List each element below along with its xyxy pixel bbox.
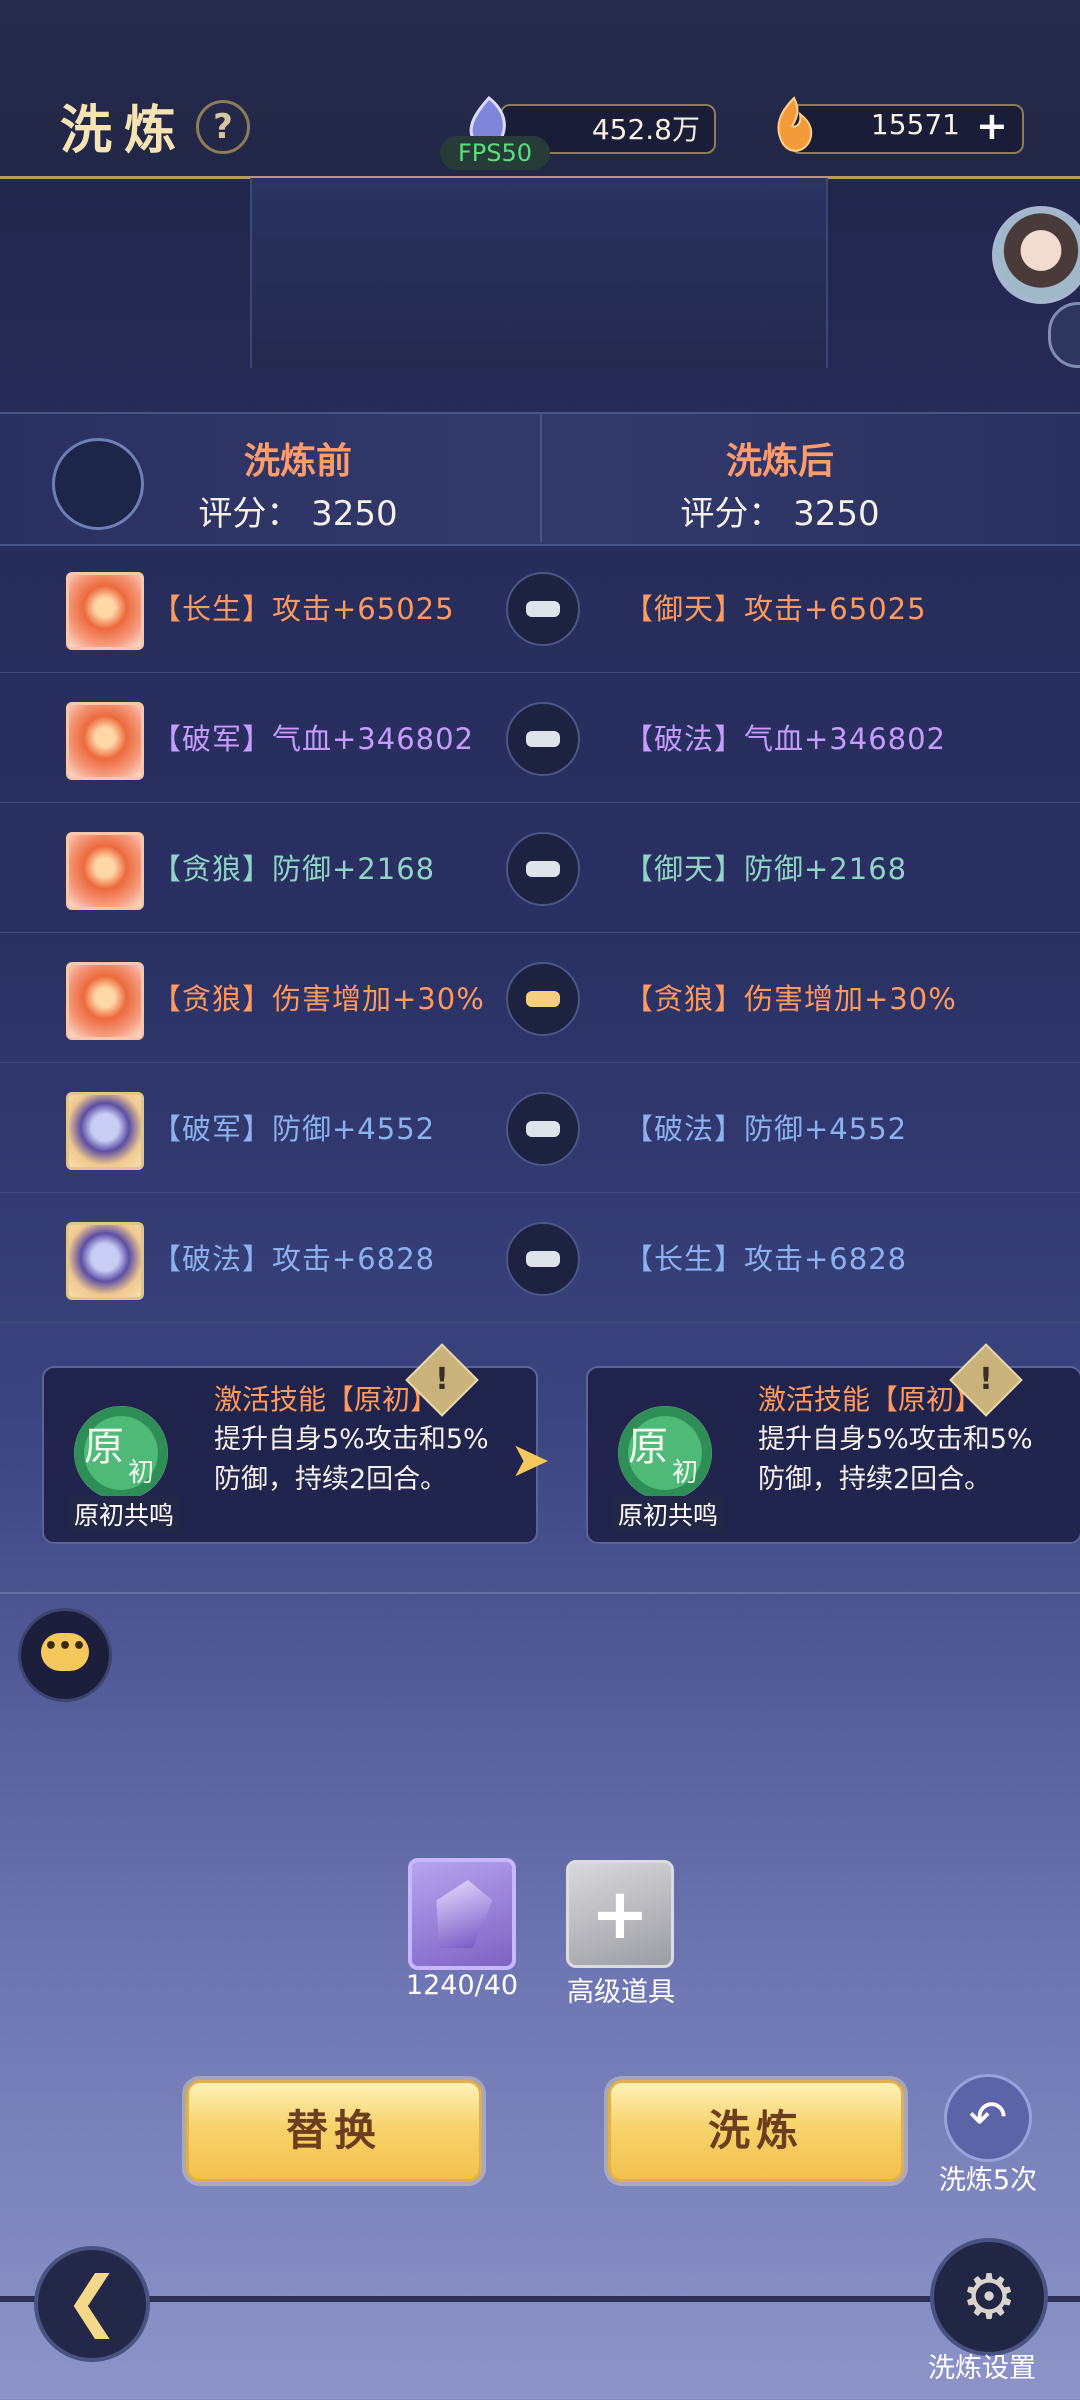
refine-settings-button[interactable]: ⚙ — [930, 2238, 1048, 2356]
lock-toggle[interactable] — [506, 572, 580, 646]
warning-glyph: ! — [435, 1362, 449, 1397]
refine-five-times-label: 洗炼5次 — [938, 2165, 1038, 2196]
lock-toggle[interactable] — [506, 1092, 580, 1166]
attr-after: 【御天】防御+2168 — [624, 852, 908, 886]
attribute-row: 【破法】攻击+6828 【长生】攻击+6828 — [0, 1192, 1080, 1323]
skill-description: 提升自身5%攻击和5%防御，持续2回合。 — [214, 1424, 489, 1495]
attr-before: 【长生】攻击+65025 — [152, 592, 455, 626]
attr-after: 【御天】攻击+65025 — [624, 592, 927, 626]
refine-swirl-icon — [52, 438, 144, 530]
health-rune-icon — [66, 702, 144, 780]
attr-before: 【破法】攻击+6828 — [152, 1242, 436, 1276]
emblem-sub-char: 初 — [672, 1458, 699, 1488]
after-title: 洗炼后 — [725, 441, 834, 482]
gear-icon: ⚙ — [961, 2260, 1017, 2333]
ring-rune-icon — [66, 1092, 144, 1170]
add-currency-button[interactable]: + — [976, 107, 1008, 145]
attribute-row: 【破军】防御+4552 【破法】防御+4552 — [0, 1062, 1080, 1193]
emblem-sub-char: 初 — [128, 1458, 155, 1488]
skill-emblem-icon: 原 初 — [618, 1406, 712, 1500]
chat-button[interactable]: ••• — [18, 1608, 112, 1702]
attribute-row: 【贪狼】伤害增加+30% 【贪狼】伤害增加+30% — [0, 932, 1080, 1063]
footer-bar — [0, 2296, 1080, 2302]
spirit-currency-value: 452.8万 — [591, 113, 700, 146]
warning-glyph: ! — [979, 1362, 993, 1397]
lock-toggle[interactable] — [506, 702, 580, 776]
plus-icon: + — [590, 1873, 650, 1955]
attribute-row: 【长生】攻击+65025 【御天】攻击+65025 — [0, 542, 1080, 673]
crystal-icon — [428, 1880, 496, 1948]
after-score: 评分： 3250 — [680, 494, 880, 534]
attr-after: 【长生】攻击+6828 — [624, 1242, 908, 1276]
help-icon[interactable]: ? — [196, 100, 250, 154]
fps-badge: FPS50 — [440, 136, 550, 170]
character-avatar[interactable] — [992, 206, 1080, 304]
attr-after: 【破法】气血+346802 — [624, 722, 947, 756]
equipment-display — [250, 178, 828, 368]
refine-five-times-button[interactable]: ↶ — [944, 2074, 1032, 2162]
refine-settings-label: 洗炼设置 — [928, 2353, 1036, 2384]
skill-title: 激活技能【原初】 — [214, 1383, 439, 1416]
attr-before: 【贪狼】伤害增加+30% — [152, 982, 485, 1016]
flame-icon — [777, 96, 813, 152]
attribute-row: 【破军】气血+346802 【破法】气血+346802 — [0, 672, 1080, 803]
refine-crystal-slot[interactable] — [408, 1858, 516, 1970]
skill-tag: 原初共鸣 — [612, 1496, 725, 1532]
lock-toggle-active[interactable] — [506, 962, 580, 1036]
lock-icon — [526, 1121, 560, 1137]
attr-before: 【破军】气血+346802 — [152, 722, 475, 756]
emblem-main-char: 原 — [628, 1424, 668, 1470]
skill-tag: 原初共鸣 — [68, 1496, 181, 1532]
attr-before: 【贪狼】防御+2168 — [152, 852, 436, 886]
advanced-item-slot[interactable]: + — [566, 1860, 674, 1968]
skill-card-after[interactable]: 原 初 原初共鸣 激活技能【原初】 提升自身5%攻击和5%防御，持续2回合。 ! — [586, 1343, 1080, 1544]
defense-rune-icon — [66, 832, 144, 910]
attr-after: 【破法】防御+4552 — [624, 1112, 908, 1146]
skill-description: 提升自身5%攻击和5%防御，持续2回合。 — [758, 1424, 1033, 1495]
refine-button[interactable]: 洗炼 — [608, 2080, 904, 2182]
emblem-main-char: 原 — [84, 1424, 124, 1470]
damage-rune-icon — [66, 962, 144, 1040]
side-avatar-tab[interactable] — [1048, 302, 1080, 368]
skill-title: 激活技能【原初】 — [758, 1383, 983, 1416]
back-arrow-icon[interactable]: ❮ — [34, 2246, 150, 2362]
lock-icon — [526, 731, 560, 747]
lock-toggle[interactable] — [506, 832, 580, 906]
replace-button[interactable]: 替换 — [186, 2080, 482, 2182]
crystal-count: 1240/40 — [405, 1970, 519, 2001]
attr-before: 【破军】防御+4552 — [152, 1112, 436, 1146]
lock-toggle[interactable] — [506, 1222, 580, 1296]
lock-icon — [526, 601, 560, 617]
page-title: 洗炼 — [60, 100, 189, 161]
flame-currency-value: 15571 — [870, 108, 960, 141]
attribute-row: 【贪狼】防御+2168 【御天】防御+2168 — [0, 802, 1080, 933]
lock-icon — [526, 1251, 560, 1267]
before-score: 评分： 3250 — [198, 494, 398, 534]
compare-divider — [540, 414, 542, 542]
orb-rune-icon — [66, 1222, 144, 1300]
lock-icon — [526, 861, 560, 877]
lock-icon — [526, 991, 560, 1007]
arrow-right-icon: ➤ — [510, 1432, 551, 1488]
attack-rune-icon — [66, 572, 144, 650]
before-title: 洗炼前 — [243, 441, 352, 482]
section-divider — [0, 1592, 1080, 1594]
attr-after: 【贪狼】伤害增加+30% — [624, 982, 957, 1016]
skill-emblem-icon: 原 初 — [74, 1406, 168, 1500]
advanced-item-label: 高级道具 — [567, 1977, 675, 2008]
chat-icon: ••• — [41, 1633, 89, 1671]
skill-card-before[interactable]: 原 初 原初共鸣 激活技能【原初】 提升自身5%攻击和5%防御，持续2回合。 ! — [42, 1343, 538, 1544]
